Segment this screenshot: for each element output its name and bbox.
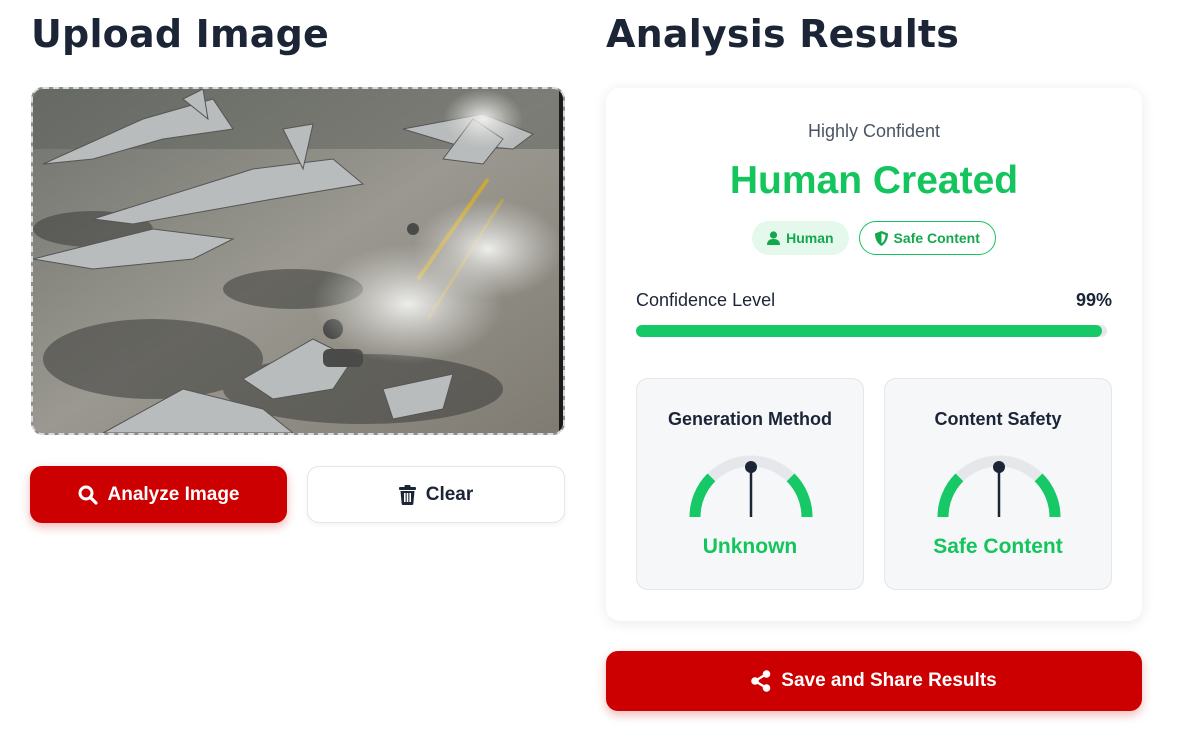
safe-content-badge: Safe Content	[858, 221, 996, 255]
user-icon	[767, 231, 781, 245]
confidence-descriptor: Highly Confident	[807, 121, 941, 141]
upload-title: Upload Image	[31, 12, 330, 56]
generation-method-value: Unknown	[702, 535, 798, 558]
confidence-level-label: Confidence Level	[636, 290, 776, 310]
results-title: Analysis Results	[606, 12, 960, 56]
analyze-image-button[interactable]: Analyze Image	[30, 466, 287, 523]
share-icon	[751, 670, 771, 692]
confidence-level-value: 99%	[1075, 290, 1112, 310]
shield-icon	[874, 230, 888, 246]
trash-icon	[398, 484, 416, 505]
gauge-needle-cap	[993, 461, 1005, 473]
uploaded-image-preview[interactable]	[31, 87, 565, 435]
clear-button[interactable]: Clear	[307, 466, 565, 523]
generation-method-gauge	[686, 455, 816, 527]
gauge-needle-cap	[745, 461, 757, 473]
confidence-bar	[636, 325, 1107, 337]
generation-method-card: Generation Method Unknown	[636, 378, 864, 590]
uploaded-image	[33, 89, 563, 433]
results-card: Highly Confident Human Created Human Saf…	[606, 88, 1142, 621]
save-and-share-label: Save and Share Results	[781, 670, 997, 691]
human-badge-label: Human	[786, 230, 834, 246]
search-icon	[78, 485, 98, 505]
human-badge: Human	[752, 221, 849, 255]
clear-label: Clear	[425, 483, 474, 505]
confidence-bar-fill	[636, 325, 1103, 337]
confidence-level-row: Confidence Level 99%	[636, 290, 1112, 311]
result-badges: Human Safe Content	[606, 221, 1142, 255]
generation-method-title: Generation Method	[667, 409, 832, 429]
content-safety-value: Safe Content	[933, 535, 1063, 558]
content-safety-gauge	[934, 455, 1064, 527]
content-safety-card: Content Safety Safe Content	[884, 378, 1112, 590]
analyze-image-label: Analyze Image	[107, 483, 240, 505]
content-safety-title: Content Safety	[934, 409, 1062, 429]
safe-content-badge-label: Safe Content	[893, 230, 980, 246]
save-and-share-button[interactable]: Save and Share Results	[606, 651, 1142, 711]
verdict-text: Human Created	[729, 159, 1019, 202]
